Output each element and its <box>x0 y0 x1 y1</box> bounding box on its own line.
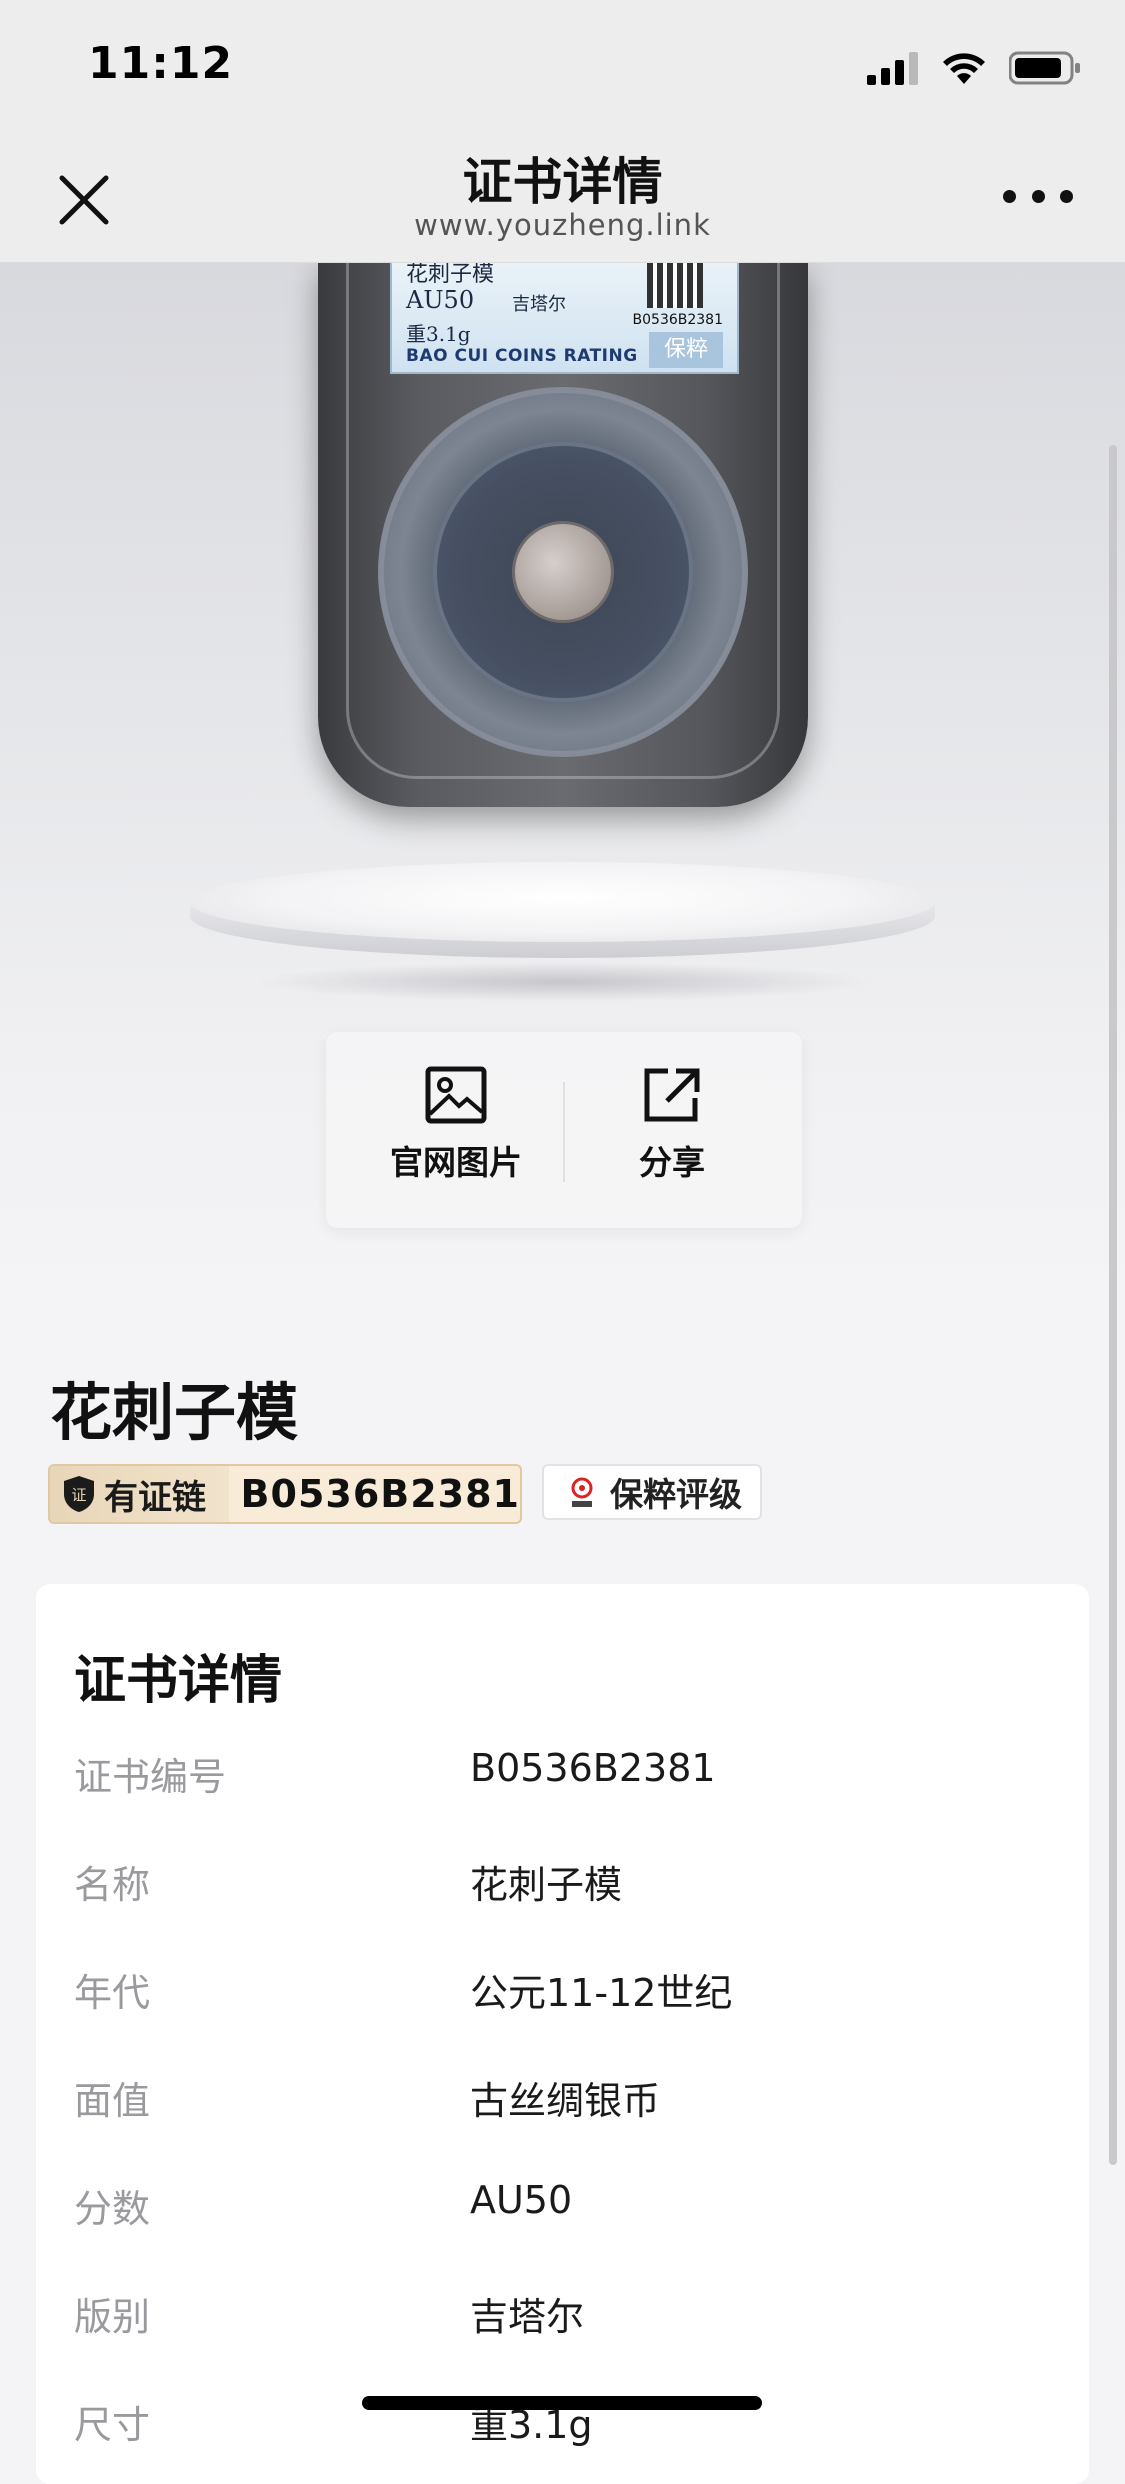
official-image-label: 官网图片 <box>390 1143 522 1182</box>
brand-label: 保粹评级 <box>610 1475 742 1514</box>
detail-value: B0536B2381 <box>470 1746 716 1790</box>
battery-icon <box>1009 51 1080 85</box>
signal-icon <box>867 52 918 85</box>
image-icon <box>425 1066 487 1124</box>
detail-key: 分数 <box>74 2187 151 2231</box>
slab-label-name: 花刺子模 <box>406 262 495 287</box>
more-menu-icon[interactable] <box>1003 186 1073 206</box>
home-indicator[interactable] <box>362 2396 762 2410</box>
scrollbar[interactable] <box>1109 445 1117 2165</box>
baocui-logo-icon <box>571 1477 593 1507</box>
slab-label: 花刺子模 AU50 吉塔尔 重3.1g BAO CUI COINS RATING… <box>390 262 739 374</box>
detail-value: 公元11-12世纪 <box>470 1971 733 2015</box>
detail-row-score: 分数 AU50 <box>74 2178 1054 2238</box>
detail-value: 花刺子模 <box>470 1863 623 1907</box>
item-title: 花刺子模 <box>50 1376 299 1449</box>
coin-holder <box>378 387 748 757</box>
detail-key: 证书编号 <box>74 1755 227 1799</box>
detail-value: AU50 <box>470 2178 573 2222</box>
certificate-shield-icon: 证 <box>64 1476 94 1512</box>
slab-label-place: 吉塔尔 <box>512 294 566 315</box>
slab-label-stamp: 保粹 <box>649 332 723 368</box>
page-url: www.youzheng.link <box>414 208 711 242</box>
status-icons <box>867 48 1081 88</box>
chain-serial: B0536B2381 <box>240 1472 520 1516</box>
slab-label-weight: 重3.1g <box>406 322 471 346</box>
slab-label-serial: B0536B2381 <box>632 312 723 328</box>
share-icon <box>644 1068 700 1122</box>
slab-label-grade: AU50 <box>406 286 475 314</box>
share-label: 分享 <box>639 1143 705 1182</box>
action-card: 官网图片 分享 <box>326 1032 802 1228</box>
details-title: 证书详情 <box>74 1651 283 1711</box>
official-image-button[interactable]: 官网图片 <box>356 1066 556 1184</box>
svg-text:证: 证 <box>71 1486 86 1504</box>
detail-value: 古丝绸银币 <box>470 2079 661 2123</box>
wifi-icon <box>943 53 985 84</box>
hero-image: 花刺子模 AU50 吉塔尔 重3.1g BAO CUI COINS RATING… <box>0 262 1125 1322</box>
detail-key: 版别 <box>74 2295 151 2339</box>
chain-label: 有证链 <box>104 1477 206 1518</box>
top-bar: 11:12 证书详情 www.youzheng.link <box>0 0 1125 263</box>
detail-key: 面值 <box>74 2079 151 2123</box>
page-title: 证书详情 <box>462 153 663 211</box>
detail-row-name: 名称 花刺子模 <box>74 1854 1054 1914</box>
detail-row-cert-number: 证书编号 B0536B2381 <box>74 1746 1054 1806</box>
detail-value: 吉塔尔 <box>470 2295 585 2339</box>
grading-brand-badge[interactable]: 保粹评级 <box>542 1464 762 1520</box>
detail-key: 尺寸 <box>74 2403 151 2447</box>
slab-label-rating: BAO CUI COINS RATING <box>406 346 638 366</box>
certificate-chain-badge[interactable]: 证 有证链 B0536B2381 <box>48 1464 522 1524</box>
detail-key: 名称 <box>74 1863 151 1907</box>
coin-image <box>515 524 611 620</box>
detail-row-denomination: 面值 古丝绸银币 <box>74 2070 1054 2130</box>
share-button[interactable]: 分享 <box>572 1066 772 1184</box>
detail-key: 年代 <box>74 1971 151 2015</box>
coin-slab: 花刺子模 AU50 吉塔尔 重3.1g BAO CUI COINS RATING… <box>318 262 808 807</box>
detail-row-era: 年代 公元11-12世纪 <box>74 1962 1054 2022</box>
certificate-details-card: 证书详情 证书编号 B0536B2381 名称 花刺子模 年代 公元11-12世… <box>36 1584 1089 2484</box>
qr-code-icon <box>647 262 703 308</box>
detail-row-variety: 版别 吉塔尔 <box>74 2286 1054 2346</box>
status-time: 11:12 <box>88 38 234 89</box>
